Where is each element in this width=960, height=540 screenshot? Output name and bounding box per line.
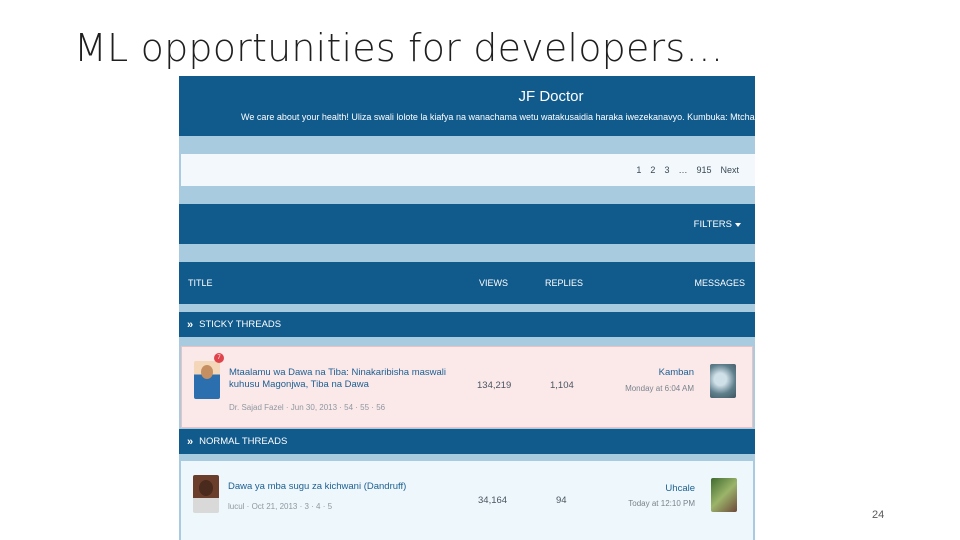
thread-replies: 1,104	[550, 380, 574, 391]
last-poster-avatar[interactable]	[710, 364, 736, 398]
pagination-bar: 1 2 3 … 915 Next	[181, 154, 755, 186]
author-avatar[interactable]	[194, 361, 220, 399]
last-poster-link[interactable]: Kamban	[659, 367, 694, 378]
slide-number: 24	[872, 509, 885, 521]
filters-label: FILTERS	[693, 219, 732, 230]
last-post-time[interactable]: Monday at 6:04 AM	[625, 384, 694, 393]
page-link-2[interactable]: 2	[650, 165, 655, 175]
notification-badge: 7	[214, 353, 224, 363]
column-title[interactable]: TITLE	[188, 278, 213, 288]
thread-row-normal[interactable]: Dawa ya mba sugu za kichwani (Dandruff) …	[181, 461, 753, 540]
pagination: 1 2 3 … 915 Next	[636, 165, 739, 175]
thread-meta: Dr. Sajad Fazel · Jun 30, 2013 · 54 · 55…	[229, 403, 386, 412]
thread-title-line1: Mtaalamu wa Dawa na Tiba: Ninakaribisha …	[229, 367, 447, 378]
thread-meta: lucul · Oct 21, 2013 · 3 · 4 · 5	[228, 502, 333, 511]
filters-bar: FILTERS	[179, 204, 755, 244]
normal-threads-header[interactable]: » NORMAL THREADS	[179, 429, 755, 454]
normal-threads-label: NORMAL THREADS	[199, 436, 288, 447]
last-post-time[interactable]: Today at 12:10 PM	[628, 499, 695, 508]
thread-row-sticky[interactable]: 7 Mtaalamu wa Dawa na Tiba: Ninakaribish…	[181, 346, 753, 428]
thread-title-link[interactable]: Mtaalamu wa Dawa na Tiba: Ninakaribisha …	[229, 367, 446, 391]
thread-replies: 94	[556, 495, 567, 506]
caret-down-icon	[735, 222, 741, 227]
filters-button[interactable]: FILTERS	[694, 219, 741, 230]
last-poster-link[interactable]: Uhcale	[665, 483, 695, 494]
site-header: JF Doctor We care about your health! Uli…	[179, 76, 755, 136]
double-chevron-right-icon: »	[187, 318, 194, 331]
thread-title-link[interactable]: Dawa ya mba sugu za kichwani (Dandruff)	[228, 481, 406, 493]
page-ellipsis: …	[678, 165, 688, 175]
double-chevron-right-icon: »	[187, 435, 194, 448]
page-link-3[interactable]: 3	[664, 165, 669, 175]
sticky-threads-header[interactable]: » STICKY THREADS	[179, 312, 755, 337]
thread-views: 134,219	[477, 380, 512, 391]
sticky-threads-label: STICKY THREADS	[199, 319, 282, 330]
slide-title: ML opportunities for developers…	[74, 26, 724, 70]
page-next-link[interactable]: Next	[720, 165, 739, 175]
site-tagline: We care about your health! Uliza swali l…	[241, 112, 755, 122]
page-link-last[interactable]: 915	[696, 165, 711, 175]
forum-screenshot: JF Doctor We care about your health! Uli…	[179, 76, 755, 540]
column-header-bar: TITLE VIEWS REPLIES MESSAGES	[179, 262, 755, 304]
page-link-1[interactable]: 1	[636, 165, 641, 175]
thread-title-line2: kuhusu Magonjwa, Tiba na Dawa	[229, 379, 369, 390]
site-title[interactable]: JF Doctor	[179, 88, 755, 105]
author-avatar[interactable]	[193, 475, 219, 513]
column-replies[interactable]: REPLIES	[545, 278, 583, 288]
last-poster-avatar[interactable]	[711, 478, 737, 512]
column-views[interactable]: VIEWS	[479, 278, 508, 288]
column-messages[interactable]: MESSAGES	[694, 278, 745, 288]
thread-views: 34,164	[478, 495, 508, 506]
